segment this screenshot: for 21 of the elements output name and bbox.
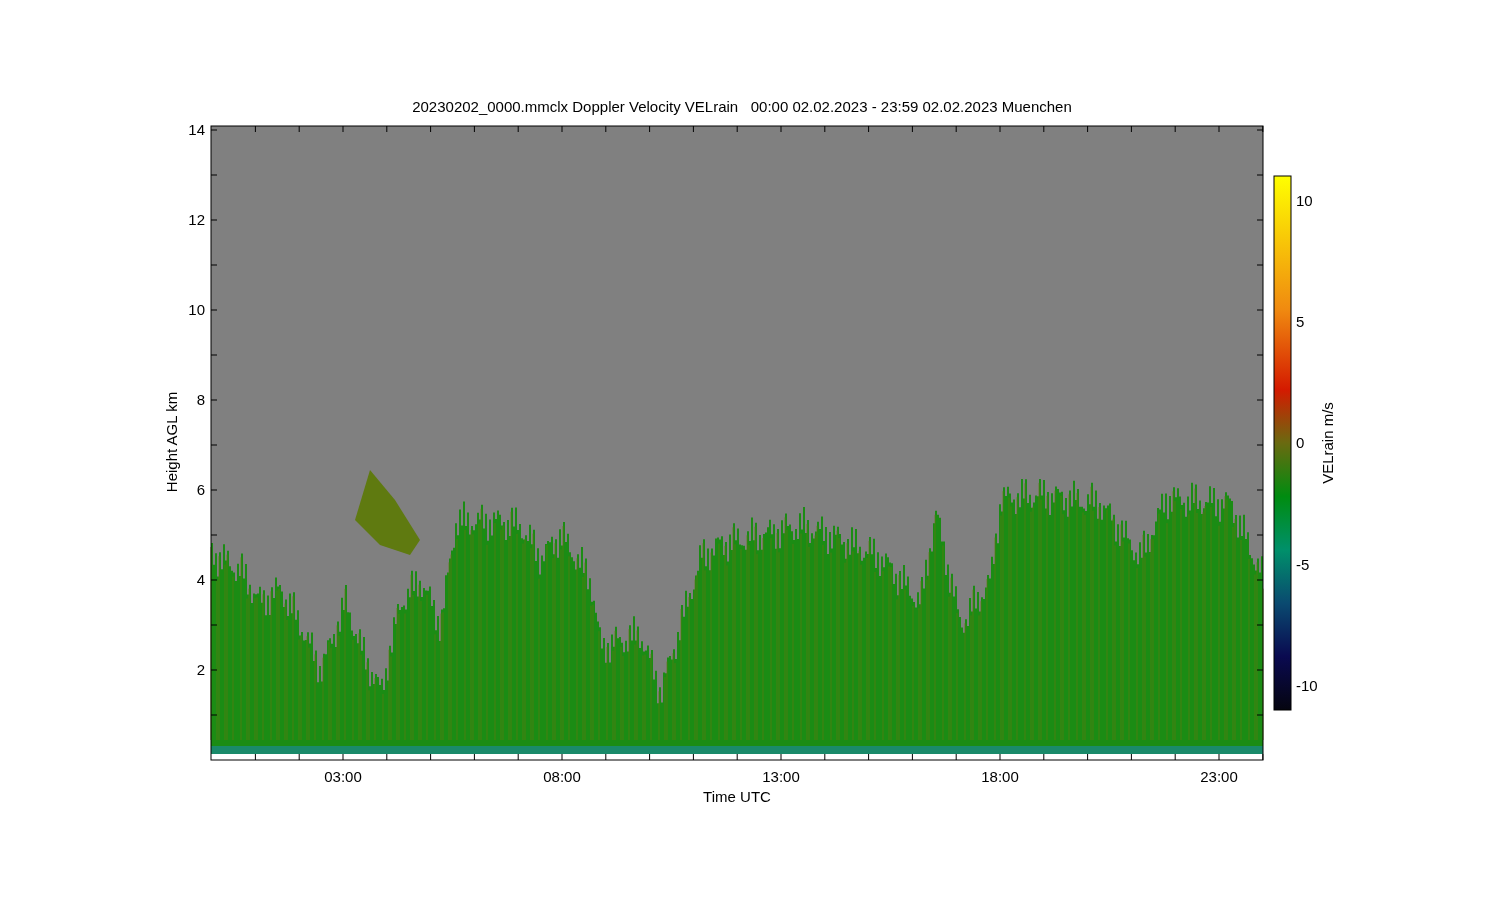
x-tick-label: 23:00 (1200, 768, 1238, 785)
colorbar-tick-label: -5 (1296, 556, 1310, 573)
y-axis-label: Height AGL km (163, 391, 180, 493)
y-tick-label: 10 (188, 301, 205, 318)
colorbar-tick-label: -10 (1296, 677, 1318, 694)
y-tick-label: 2 (196, 661, 205, 678)
x-tick-label: 08:00 (543, 768, 581, 785)
x-axis-label: Time UTC (703, 788, 771, 805)
colorbar-tick-label: 10 (1296, 192, 1313, 209)
chart-title: 20230202_0000.mmclx Doppler Velocity VELrain 00:00 02.02.2023 - 23:59 02.02.2023 Muenchen (412, 98, 1072, 115)
colorbar-tick-label: 5 (1296, 313, 1305, 330)
colorbar-label: VELrain m/s (1319, 402, 1336, 484)
x-tick-label: 13:00 (762, 768, 800, 785)
y-tick-label: 12 (188, 211, 205, 228)
x-tick-label: 03:00 (324, 768, 362, 785)
y-tick-label: 6 (196, 481, 205, 498)
x-tick-label: 18:00 (981, 768, 1019, 785)
y-tick-label: 8 (196, 391, 205, 408)
colorbar-tick-label: 0 (1296, 434, 1305, 451)
y-tick-label: 4 (196, 571, 205, 588)
y-tick-label: 14 (188, 121, 205, 138)
